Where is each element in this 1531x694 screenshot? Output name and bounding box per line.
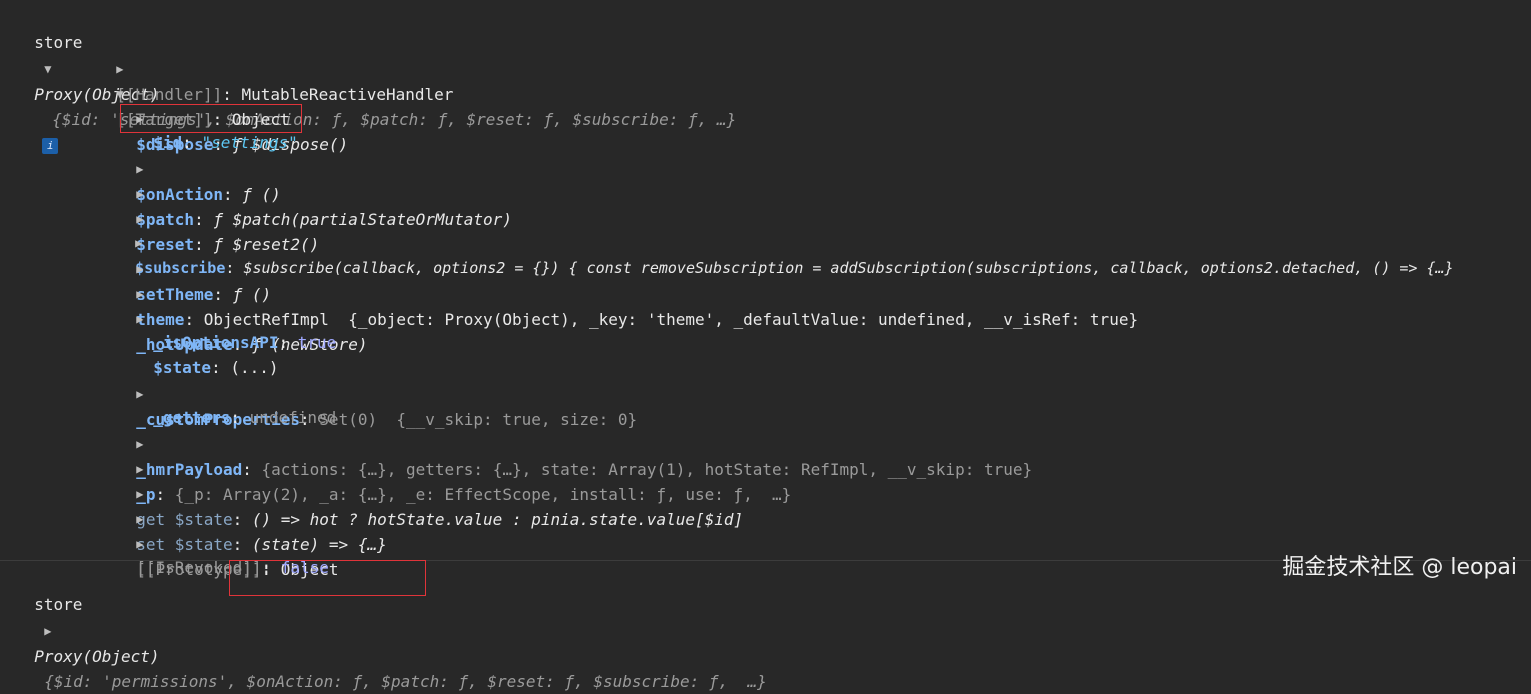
entry-preview: {$id: 'permissions', $onAction: ƒ, $patc… [44,672,767,691]
entry-type: Proxy(Object) [34,647,160,666]
tree-row-hmrpayload[interactable]: ▶ _hmrPayload: {actions: {…}, getters: {… [117,405,1032,479]
tree-row-prototype[interactable]: ▶ [[Prototype]]: Object [117,505,338,579]
tree-row-subscribe[interactable]: ▶ $subscribe: $subscribe(callback, optio… [117,205,1454,277]
tree-row-settheme[interactable]: ▶ setTheme: ƒ () [117,230,271,304]
property-value: ObjectRefImpl {_object: Proxy(Object), _… [203,310,1139,329]
tree-row-target[interactable]: ▼ [[Target]]: Object [97,55,289,129]
tree-row-patch[interactable]: ▶ $patch: ƒ $patch(partialStateOrMutator… [117,155,512,229]
tree-row-isoptionsapi[interactable]: _isOptionsAPI: true [134,305,336,352]
expand-arrow-icon[interactable]: ▼ [44,57,58,82]
console-entry-store-settings[interactable]: store ▼ Proxy(Object) {$id: 'settings', … [15,5,736,154]
tree-row-set-state[interactable]: ▶ set $state: (state) => {…} [117,480,386,554]
tree-row-handler[interactable]: ▶ [[Handler]]: MutableReactiveHandler [97,30,453,104]
tree-row-theme[interactable]: ▶ theme: ObjectRefImpl {_object: Proxy(O… [117,255,1138,329]
info-icon[interactable]: i [42,137,59,154]
expand-arrow-icon[interactable]: ▶ [44,619,58,644]
watermark: 掘金技术社区 @ leopai [1282,555,1517,580]
tree-row-getters[interactable]: _getters: undefined [134,380,336,427]
tree-row-dispose[interactable]: ▶ $dispose: ƒ $dispose() [117,80,348,154]
highlight-box [120,104,302,133]
entry-label: store [34,33,83,52]
tree-row-get-state[interactable]: ▶ get $state: () => hot ? hotState.value… [117,455,743,529]
property-value: true [297,333,337,352]
tree-row-state[interactable]: $state: (...) [134,330,278,377]
tree-row-hotupdate[interactable]: ▶ _hotUpdate: ƒ (newStore) [117,280,367,354]
tree-row-reset[interactable]: ▶ $reset: ƒ $reset2() [117,180,319,254]
tree-row-p[interactable]: ▶ _p: {_p: Array(2), _a: {…}, _e: Effect… [117,430,791,504]
tree-row-customproperties[interactable]: ▶ _customProperties: Set(0) {__v_skip: t… [117,355,637,429]
tree-row-isrevoked[interactable]: [[IsRevoked]]: false [117,530,329,577]
highlight-box [229,560,426,596]
tree-row-onaction[interactable]: ▶ $onAction: ƒ () [117,130,281,204]
